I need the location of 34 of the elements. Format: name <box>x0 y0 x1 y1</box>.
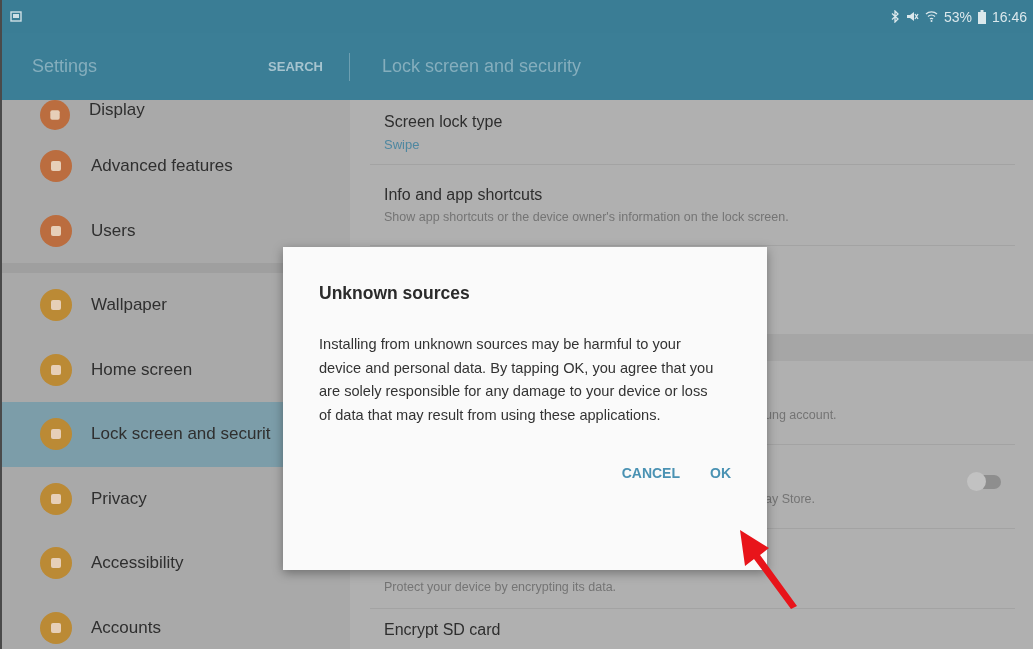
battery-icon <box>977 9 986 24</box>
dialog-button[interactable]: CANCEL <box>613 459 688 487</box>
setting-icon <box>40 289 72 322</box>
sidebar-item[interactable]: Display <box>2 100 350 134</box>
sidebar-item[interactable]: Advanced features <box>2 134 350 199</box>
setting-description: Show app shortcuts or the device owner's information on the lock screen. <box>384 210 790 224</box>
setting-icon <box>40 100 70 130</box>
setting-title[interactable]: Screen lock type <box>384 112 1015 131</box>
setting-icon <box>40 611 72 644</box>
bluetooth-icon <box>890 10 900 23</box>
setting-title[interactable]: Info and app shortcuts <box>384 186 1015 204</box>
setting-icon <box>40 150 72 183</box>
settings-title: Settings <box>32 56 98 77</box>
setting-title[interactable]: Encrypt SD card <box>384 621 1015 639</box>
sidebar-item[interactable]: Accessibility <box>2 531 350 596</box>
sidebar-item[interactable]: Accounts <box>2 595 350 649</box>
setting-icon <box>40 418 72 451</box>
mute-icon <box>905 10 919 23</box>
dialog-button[interactable]: OK <box>702 459 739 487</box>
clock-time: 16:46 <box>991 8 1027 25</box>
setting-icon <box>40 547 72 580</box>
page-title: Lock screen and security <box>382 56 582 77</box>
setting-icon <box>40 353 72 386</box>
wifi-icon <box>924 10 938 23</box>
dialog-title: Unknown sources <box>319 283 471 304</box>
setting-icon <box>40 214 72 247</box>
toggle-switch[interactable] <box>969 475 1001 489</box>
setting-description: Protect your device by encrypting its data. <box>384 580 618 594</box>
setting-icon <box>40 482 72 515</box>
battery-percentage: 53% <box>943 8 972 25</box>
screenshot-icon <box>10 10 22 23</box>
sidebar-item[interactable]: Users <box>2 198 350 263</box>
setting-value: Swipe <box>384 136 421 152</box>
sidebar-item[interactable]: Privacy <box>2 466 350 531</box>
